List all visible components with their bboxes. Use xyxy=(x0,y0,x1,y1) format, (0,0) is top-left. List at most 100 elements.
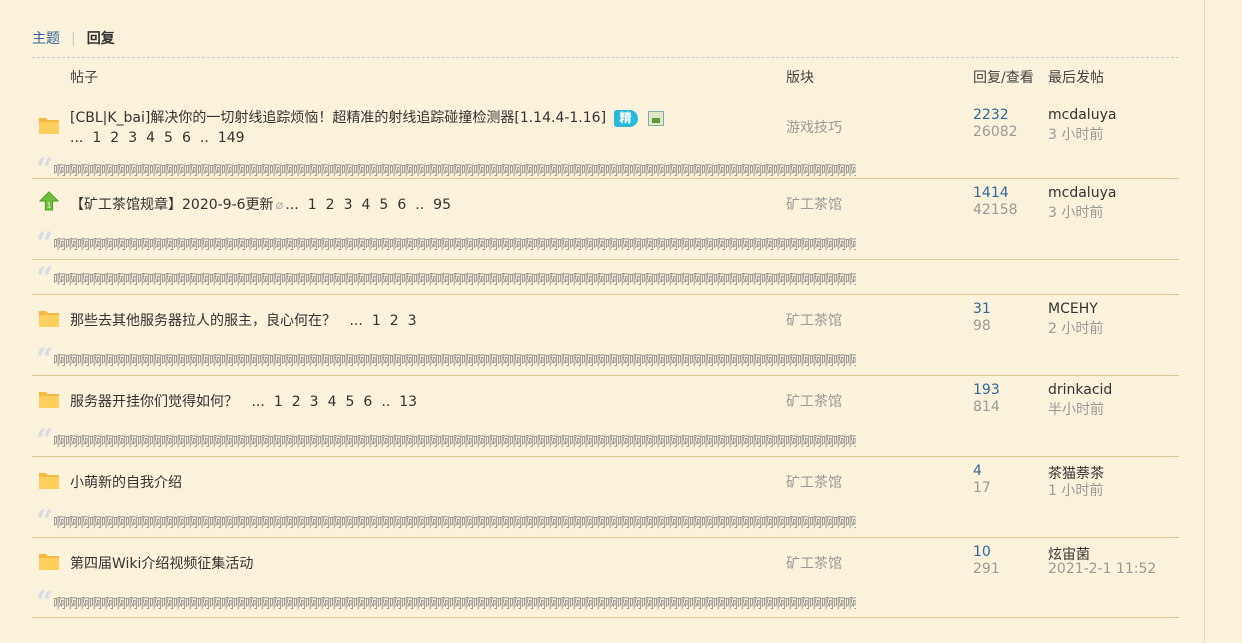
thread-row: 1 【矿工茶馆规章】2020-9-6更新 ⌀... 1 2 3 4 5 6.. 95 矿工茶馆 … xyxy=(32,178,1179,259)
pager-ellipsis: .. xyxy=(199,130,209,146)
tab-topics[interactable]: 主题 xyxy=(32,31,60,47)
reply-quote[interactable]: “啊啊啊啊啊啊啊啊啊啊啊啊啊啊啊啊啊啊啊啊啊啊啊啊啊啊啊啊啊啊啊啊啊啊啊啊啊啊啊… xyxy=(36,589,856,615)
page-link[interactable]: 4 xyxy=(146,130,155,146)
view-count: 814 xyxy=(973,399,1000,415)
view-count: 42158 xyxy=(973,202,1018,218)
page-link[interactable]: 2 xyxy=(110,130,119,146)
last-post-time: 3 小时前 xyxy=(1048,205,1104,221)
page-link[interactable]: 6 xyxy=(363,394,372,410)
pager-ellipsis: .. xyxy=(415,197,425,213)
forum-link[interactable]: 游戏技巧 xyxy=(786,117,842,137)
view-count: 17 xyxy=(973,480,991,496)
pager-ellipsis: .. xyxy=(381,394,391,410)
reply-count[interactable]: 1414 xyxy=(973,185,1009,201)
tab-bar: 主题 | 回复 xyxy=(32,0,1179,57)
folder-icon xyxy=(39,473,59,489)
open-quote-icon: “ xyxy=(36,265,54,291)
open-quote-icon: “ xyxy=(36,427,54,453)
page-link[interactable]: 5 xyxy=(379,197,388,213)
forum-link[interactable]: 矿工茶馆 xyxy=(786,194,842,214)
reply-quote[interactable]: “啊啊啊啊啊啊啊啊啊啊啊啊啊啊啊啊啊啊啊啊啊啊啊啊啊啊啊啊啊啊啊啊啊啊啊啊啊啊啊… xyxy=(36,265,856,291)
page-link[interactable]: 4 xyxy=(328,394,337,410)
page-link[interactable]: 3 xyxy=(408,313,417,329)
last-post-time: 1 小时前 xyxy=(1048,483,1104,499)
thread-list-panel: 主题 | 回复 帖子 版块 回复/查看 最后发帖 [CBL|K_bai]解决你的一切… xyxy=(32,0,1179,618)
image-attachment-icon xyxy=(647,110,664,126)
reply-excerpt: 啊啊啊啊啊啊啊啊啊啊啊啊啊啊啊啊啊啊啊啊啊啊啊啊啊啊啊啊啊啊啊啊啊啊啊啊啊啊啊啊… xyxy=(53,238,856,253)
page-link[interactable]: 6 xyxy=(182,130,191,146)
forum-link[interactable]: 矿工茶馆 xyxy=(786,472,842,492)
page-link[interactable]: 3 xyxy=(128,130,137,146)
page-link[interactable]: 2 xyxy=(390,313,399,329)
view-count: 98 xyxy=(973,318,991,334)
header-post: 帖子 xyxy=(70,70,98,86)
folder-icon xyxy=(39,118,59,134)
forum-link[interactable]: 矿工茶馆 xyxy=(786,553,842,573)
last-poster[interactable]: mcdaluya xyxy=(1048,185,1116,201)
reply-excerpt: 啊啊啊啊啊啊啊啊啊啊啊啊啊啊啊啊啊啊啊啊啊啊啊啊啊啊啊啊啊啊啊啊啊啊啊啊啊啊啊啊… xyxy=(53,597,856,612)
last-poster[interactable]: MCEHY xyxy=(1048,301,1098,317)
reply-quote[interactable]: “啊啊啊啊啊啊啊啊啊啊啊啊啊啊啊啊啊啊啊啊啊啊啊啊啊啊啊啊啊啊啊啊啊啊啊啊啊啊啊… xyxy=(36,230,856,256)
reply-count[interactable]: 2232 xyxy=(973,107,1009,123)
thread-row: 第四届Wiki介绍视频征集活动 矿工茶馆 10 291 炫宙菌 2021-2-1… xyxy=(32,537,1179,618)
reply-excerpt: 啊啊啊啊啊啊啊啊啊啊啊啊啊啊啊啊啊啊啊啊啊啊啊啊啊啊啊啊啊啊啊啊啊啊啊啊啊啊啊啊… xyxy=(53,354,856,369)
open-quote-icon: “ xyxy=(36,346,54,372)
thread-row: 小萌新的自我介绍 矿工茶馆 4 17 茶猫萘茶 1 小时前 “啊啊啊啊啊啊啊啊啊… xyxy=(32,456,1179,537)
header-stats: 回复/查看 xyxy=(973,70,1034,86)
thread-title: 【矿工茶馆规章】2020-9-6更新 ⌀... 1 2 3 4 5 6.. 95 xyxy=(70,194,451,214)
reply-count[interactable]: 31 xyxy=(973,301,991,317)
pin-up-arrow-icon: 1 xyxy=(38,191,60,211)
thread-title: 小萌新的自我介绍 xyxy=(70,472,182,492)
last-post-time: 2021-2-1 11:52 xyxy=(1048,561,1157,577)
paperclip-icon: ⌀ xyxy=(275,198,284,213)
thread-title-link[interactable]: [CBL|K_bai]解决你的一切射线追踪烦恼！超精准的射线追踪碰撞检测器[1.… xyxy=(70,110,606,126)
last-poster[interactable]: mcdaluya xyxy=(1048,107,1116,123)
thread-title-link[interactable]: 【矿工茶馆规章】2020-9-6更新 xyxy=(70,197,274,213)
reply-count[interactable]: 10 xyxy=(973,544,991,560)
page-link-last[interactable]: 13 xyxy=(399,394,417,410)
page-link[interactable]: 2 xyxy=(292,394,301,410)
reply-count[interactable]: 4 xyxy=(973,463,982,479)
folder-icon xyxy=(39,392,59,408)
content-right-border xyxy=(1204,0,1205,643)
reply-excerpt: 啊啊啊啊啊啊啊啊啊啊啊啊啊啊啊啊啊啊啊啊啊啊啊啊啊啊啊啊啊啊啊啊啊啊啊啊啊啊啊啊… xyxy=(53,164,856,179)
page-link[interactable]: 6 xyxy=(397,197,406,213)
page-link[interactable]: 2 xyxy=(326,197,335,213)
page-link[interactable]: 1 xyxy=(372,313,381,329)
reply-quote[interactable]: “啊啊啊啊啊啊啊啊啊啊啊啊啊啊啊啊啊啊啊啊啊啊啊啊啊啊啊啊啊啊啊啊啊啊啊啊啊啊啊… xyxy=(36,346,856,372)
thread-title-link[interactable]: 小萌新的自我介绍 xyxy=(70,475,182,491)
open-quote-icon: “ xyxy=(36,508,54,534)
reply-excerpt: 啊啊啊啊啊啊啊啊啊啊啊啊啊啊啊啊啊啊啊啊啊啊啊啊啊啊啊啊啊啊啊啊啊啊啊啊啊啊啊啊… xyxy=(53,273,856,288)
thread-title: 那些去其他服务器拉人的服主，良心何在？ ... 1 2 3 xyxy=(70,310,417,330)
thread-title-link[interactable]: 那些去其他服务器拉人的服主，良心何在？ xyxy=(70,313,336,329)
reply-excerpt: 啊啊啊啊啊啊啊啊啊啊啊啊啊啊啊啊啊啊啊啊啊啊啊啊啊啊啊啊啊啊啊啊啊啊啊啊啊啊啊啊… xyxy=(53,516,856,531)
page-link[interactable]: 1 xyxy=(92,130,101,146)
pin-level-number: 1 xyxy=(47,200,52,209)
page-link[interactable]: 3 xyxy=(344,197,353,213)
page-link[interactable]: 5 xyxy=(164,130,173,146)
page-link[interactable]: 5 xyxy=(346,394,355,410)
thread-title: 第四届Wiki介绍视频征集活动 xyxy=(70,553,253,573)
tab-replies[interactable]: 回复 xyxy=(87,31,115,47)
page-link[interactable]: 1 xyxy=(308,197,317,213)
open-quote-icon: “ xyxy=(36,230,54,256)
forum-link[interactable]: 矿工茶馆 xyxy=(786,310,842,330)
last-post-time: 半小时前 xyxy=(1048,402,1104,418)
forum-link[interactable]: 矿工茶馆 xyxy=(786,391,842,411)
last-poster[interactable]: drinkacid xyxy=(1048,382,1112,398)
page-link-last[interactable]: 149 xyxy=(218,130,245,146)
page-link[interactable]: 3 xyxy=(310,394,319,410)
reply-quote[interactable]: “啊啊啊啊啊啊啊啊啊啊啊啊啊啊啊啊啊啊啊啊啊啊啊啊啊啊啊啊啊啊啊啊啊啊啊啊啊啊啊… xyxy=(36,427,856,453)
reply-quote-row: “啊啊啊啊啊啊啊啊啊啊啊啊啊啊啊啊啊啊啊啊啊啊啊啊啊啊啊啊啊啊啊啊啊啊啊啊啊啊啊… xyxy=(32,259,1179,294)
thread-title: [CBL|K_bai]解决你的一切射线追踪烦恼！超精准的射线追踪碰撞检测器[1.… xyxy=(70,107,664,127)
thread-row: [CBL|K_bai]解决你的一切射线追踪烦恼！超精准的射线追踪碰撞检测器[1.… xyxy=(32,97,1179,182)
thread-title-link[interactable]: 第四届Wiki介绍视频征集活动 xyxy=(70,556,253,572)
thread-title-link[interactable]: 服务器开挂你们觉得如何？ xyxy=(70,394,238,410)
open-quote-icon: “ xyxy=(36,589,54,615)
tab-separator: | xyxy=(71,31,76,47)
reply-quote[interactable]: “啊啊啊啊啊啊啊啊啊啊啊啊啊啊啊啊啊啊啊啊啊啊啊啊啊啊啊啊啊啊啊啊啊啊啊啊啊啊啊… xyxy=(36,508,856,534)
page-link[interactable]: 4 xyxy=(362,197,371,213)
reply-count[interactable]: 193 xyxy=(973,382,1000,398)
page-link[interactable]: 1 xyxy=(274,394,283,410)
page-link-last[interactable]: 95 xyxy=(433,197,451,213)
